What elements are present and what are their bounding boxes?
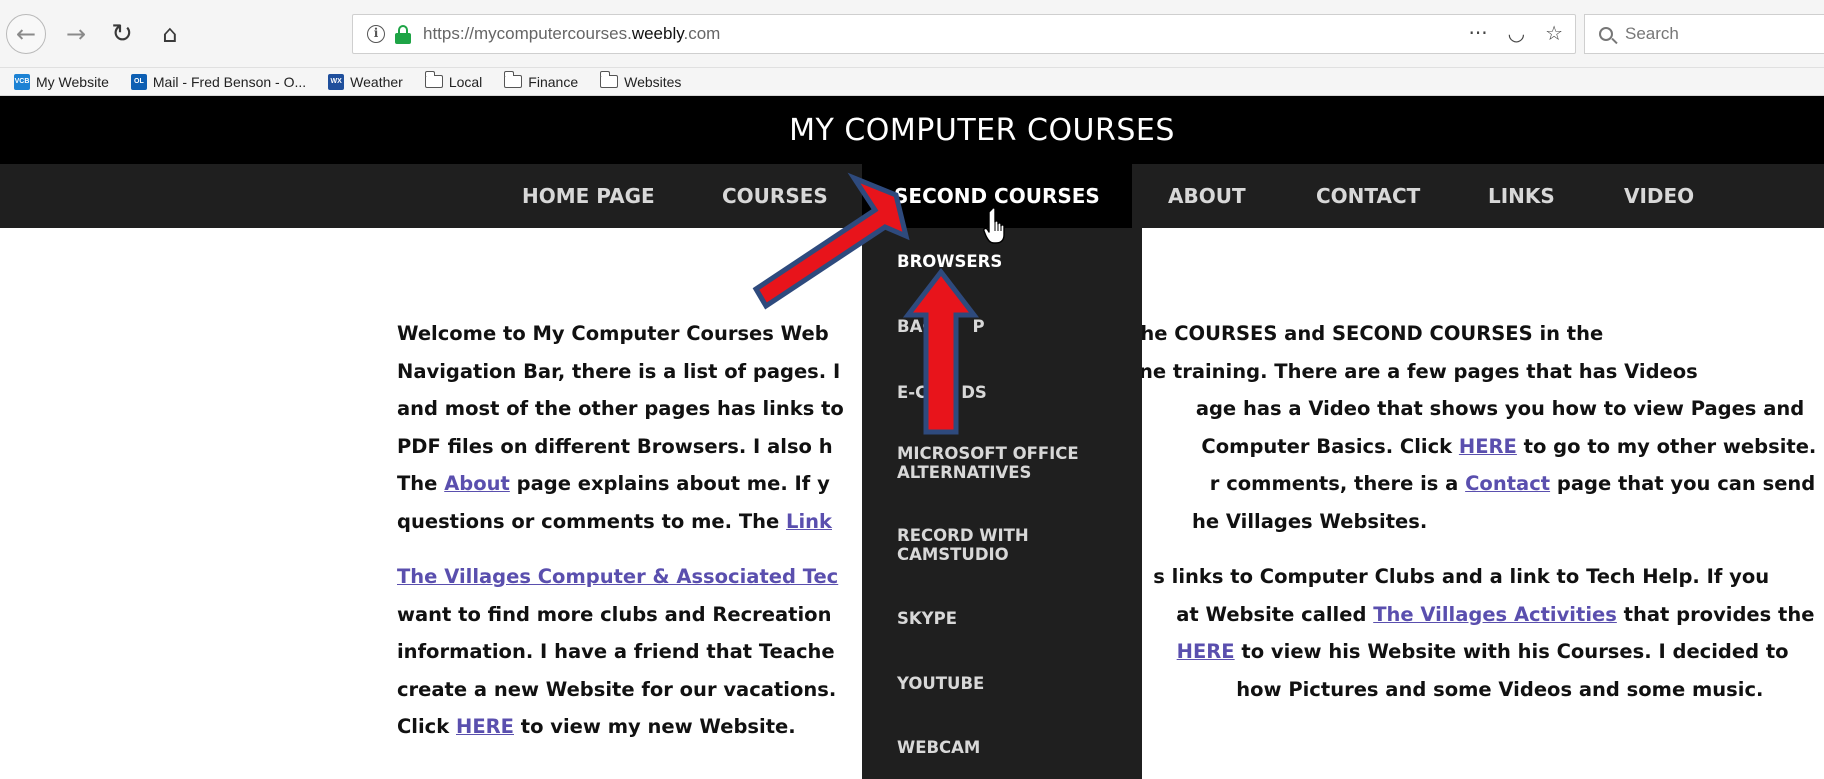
vertical-red-arrow-icon	[902, 267, 980, 435]
